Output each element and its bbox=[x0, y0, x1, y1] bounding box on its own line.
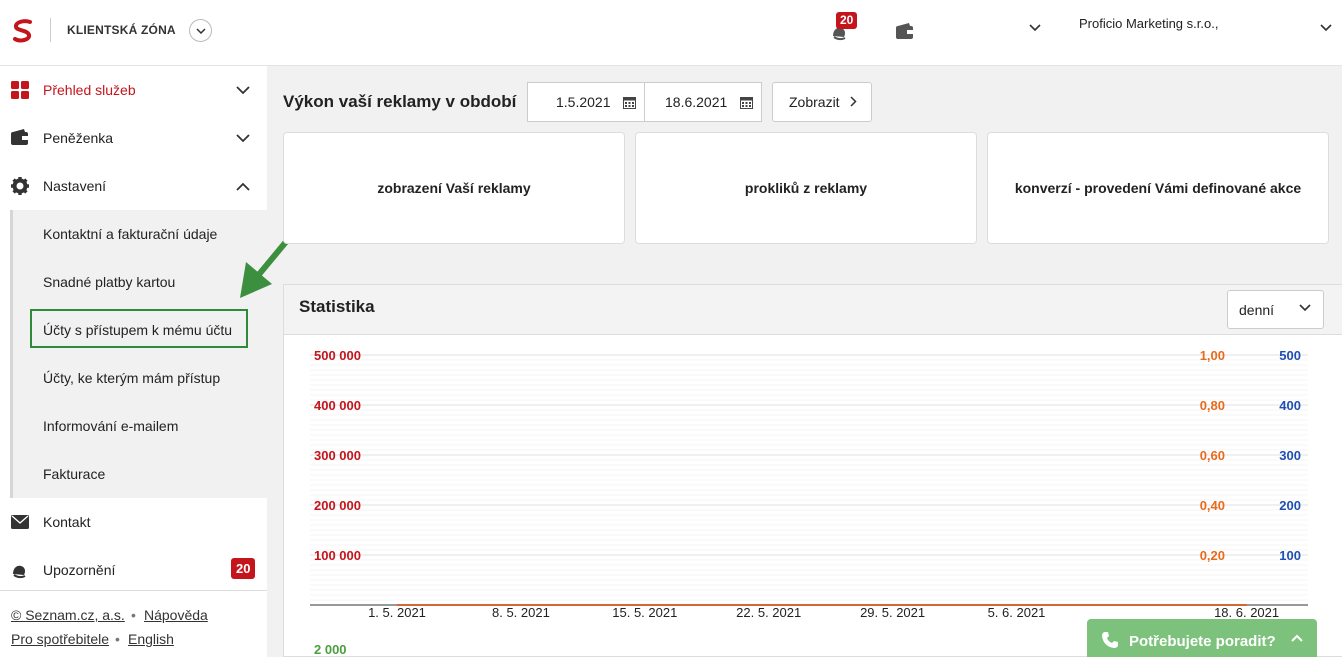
submenu-email-notifications[interactable]: Informování e-mailem bbox=[43, 418, 178, 434]
date-from-value: 1.5.2021 bbox=[556, 94, 611, 110]
wallet-icon[interactable] bbox=[895, 22, 915, 40]
right-axis-orange-tick-label: 0,60 bbox=[1200, 448, 1225, 463]
footer-divider bbox=[0, 590, 267, 591]
left-axis-tick-label: 500 000 bbox=[314, 348, 361, 363]
chevron-up-icon bbox=[1291, 634, 1303, 642]
right-axis-orange-tick-label: 1,00 bbox=[1200, 348, 1225, 363]
sidebar-item-label: Nastavení bbox=[43, 178, 107, 194]
footer-dot: • bbox=[131, 607, 136, 623]
granularity-select[interactable]: denní bbox=[1227, 290, 1324, 329]
sidebar-item-wallet[interactable]: Peněženka bbox=[0, 114, 267, 162]
left-axis-tick-label: 200 000 bbox=[314, 498, 361, 513]
logo-separator bbox=[50, 18, 51, 42]
notification-count-badge[interactable]: 20 bbox=[836, 12, 858, 29]
sidebar-item-label: Peněženka bbox=[43, 130, 114, 146]
gear-icon bbox=[11, 177, 29, 195]
x-axis-tick-label: 5. 6. 2021 bbox=[988, 605, 1046, 620]
calendar-icon[interactable] bbox=[623, 96, 636, 109]
chevron-right-icon bbox=[850, 96, 857, 107]
alerts-count-badge: 20 bbox=[231, 558, 256, 579]
submenu-invoicing[interactable]: Fakturace bbox=[43, 466, 105, 482]
chevron-down-icon bbox=[236, 133, 250, 142]
statistics-header: Statistika denní bbox=[284, 285, 1342, 335]
sidebar: Přehled služeb Peněženka Nastavení Konta… bbox=[0, 66, 267, 657]
sidebar-item-alerts[interactable]: Upozornění bbox=[0, 546, 267, 594]
zone-title: KLIENTSKÁ ZÓNA bbox=[67, 23, 176, 37]
wallet-icon bbox=[11, 129, 28, 145]
lower-chart-tick-label: 2 000 bbox=[314, 642, 347, 657]
sidebar-item-label: Přehled služeb bbox=[43, 82, 136, 98]
language-link[interactable]: English bbox=[128, 631, 174, 647]
clicks-card: prokliků z reklamy bbox=[635, 132, 977, 244]
top-bar: KLIENTSKÁ ZÓNA 20 Proficio Marketing s.r… bbox=[0, 0, 1342, 66]
right-axis-blue-tick-label: 200 bbox=[1279, 498, 1301, 513]
right-axis-orange-tick-label: 0,80 bbox=[1200, 398, 1225, 413]
card-label: zobrazení Vaší reklamy bbox=[377, 180, 531, 196]
x-axis-tick-label: 1. 5. 2021 bbox=[368, 605, 426, 620]
chevron-down-icon[interactable] bbox=[1320, 24, 1332, 32]
left-axis-tick-label: 300 000 bbox=[314, 448, 361, 463]
conversions-card: konverzí - provedení Vámi definované akc… bbox=[987, 132, 1329, 244]
settings-submenu: Kontaktní a fakturační údaje Snadné plat… bbox=[10, 210, 267, 498]
grid-icon bbox=[11, 81, 29, 99]
x-axis-tick-label: 22. 5. 2021 bbox=[736, 605, 801, 620]
right-axis-blue-tick-label: 300 bbox=[1279, 448, 1301, 463]
calendar-icon[interactable] bbox=[740, 96, 753, 109]
period-title: Výkon vaší reklamy v období bbox=[283, 92, 517, 111]
chevron-down-icon bbox=[195, 27, 206, 34]
show-button[interactable]: Zobrazit bbox=[772, 82, 872, 122]
right-axis-blue-tick-label: 500 bbox=[1279, 348, 1301, 363]
submenu-contact-billing[interactable]: Kontaktní a fakturační údaje bbox=[43, 226, 217, 242]
x-axis-tick-label: 8. 5. 2021 bbox=[492, 605, 550, 620]
date-to-value: 18.6.2021 bbox=[665, 94, 728, 110]
sidebar-item-label: Upozornění bbox=[43, 562, 116, 578]
zone-switch-button[interactable] bbox=[189, 19, 212, 42]
statistics-title: Statistika bbox=[299, 297, 375, 316]
submenu-card-payments[interactable]: Snadné platby kartou bbox=[43, 274, 175, 290]
card-label: prokliků z reklamy bbox=[744, 180, 868, 196]
x-axis-tick-label: 18. 6. 2021 bbox=[1214, 605, 1279, 620]
notification-bell-icon bbox=[13, 565, 26, 579]
x-axis-tick-label: 15. 5. 2021 bbox=[612, 605, 677, 620]
sidebar-item-label: Kontakt bbox=[43, 514, 91, 530]
x-axis-tick-label: 29. 5. 2021 bbox=[860, 605, 925, 620]
consumers-link[interactable]: Pro spotřebitele bbox=[11, 631, 109, 647]
right-axis-orange-tick-label: 0,40 bbox=[1200, 498, 1225, 513]
help-chat-button[interactable]: Potřebujete poradit? bbox=[1087, 619, 1317, 657]
footer-dot: • bbox=[115, 631, 120, 647]
show-button-label: Zobrazit bbox=[789, 94, 840, 110]
date-from-input[interactable]: 1.5.2021 bbox=[527, 82, 645, 122]
envelope-icon bbox=[11, 515, 29, 529]
submenu-accounts-i-access[interactable]: Účty, ke kterým mám přístup bbox=[43, 370, 220, 386]
right-axis-orange-tick-label: 0,20 bbox=[1200, 548, 1225, 563]
right-axis-blue-tick-label: 400 bbox=[1279, 398, 1301, 413]
highlight-box bbox=[30, 309, 248, 348]
left-axis-tick-label: 400 000 bbox=[314, 398, 361, 413]
account-name[interactable]: Proficio Marketing s.r.o., bbox=[1079, 16, 1218, 31]
chevron-down-icon bbox=[1299, 304, 1311, 312]
sidebar-item-contact[interactable]: Kontakt bbox=[0, 498, 267, 546]
help-link[interactable]: Nápověda bbox=[144, 607, 208, 623]
help-button-label: Potřebujete poradit? bbox=[1129, 632, 1276, 650]
granularity-value: denní bbox=[1239, 301, 1275, 318]
date-to-input[interactable]: 18.6.2021 bbox=[644, 82, 762, 122]
phone-icon bbox=[1102, 632, 1118, 648]
statistics-panel: Statistika denní 100 000 0,20 100 200 000 0,… bbox=[283, 284, 1342, 657]
statistics-chart[interactable]: 100 000 0,20 100 200 000 0,40 200 300 000 0,60 3… bbox=[284, 336, 1342, 657]
card-label: konverzí - provedení Vámi definované akc… bbox=[1014, 180, 1302, 196]
impressions-card: zobrazení Vaší reklamy bbox=[283, 132, 625, 244]
sidebar-item-services[interactable]: Přehled služeb bbox=[0, 66, 267, 114]
chevron-down-icon[interactable] bbox=[1029, 24, 1041, 32]
chevron-up-icon bbox=[236, 182, 250, 191]
left-axis-tick-label: 100 000 bbox=[314, 548, 361, 563]
right-axis-blue-tick-label: 100 bbox=[1279, 548, 1301, 563]
seznam-logo-icon[interactable] bbox=[10, 18, 36, 44]
sidebar-item-settings[interactable]: Nastavení bbox=[0, 162, 267, 210]
chevron-down-icon bbox=[236, 85, 250, 94]
copyright-link[interactable]: © Seznam.cz, a.s. bbox=[11, 607, 125, 623]
